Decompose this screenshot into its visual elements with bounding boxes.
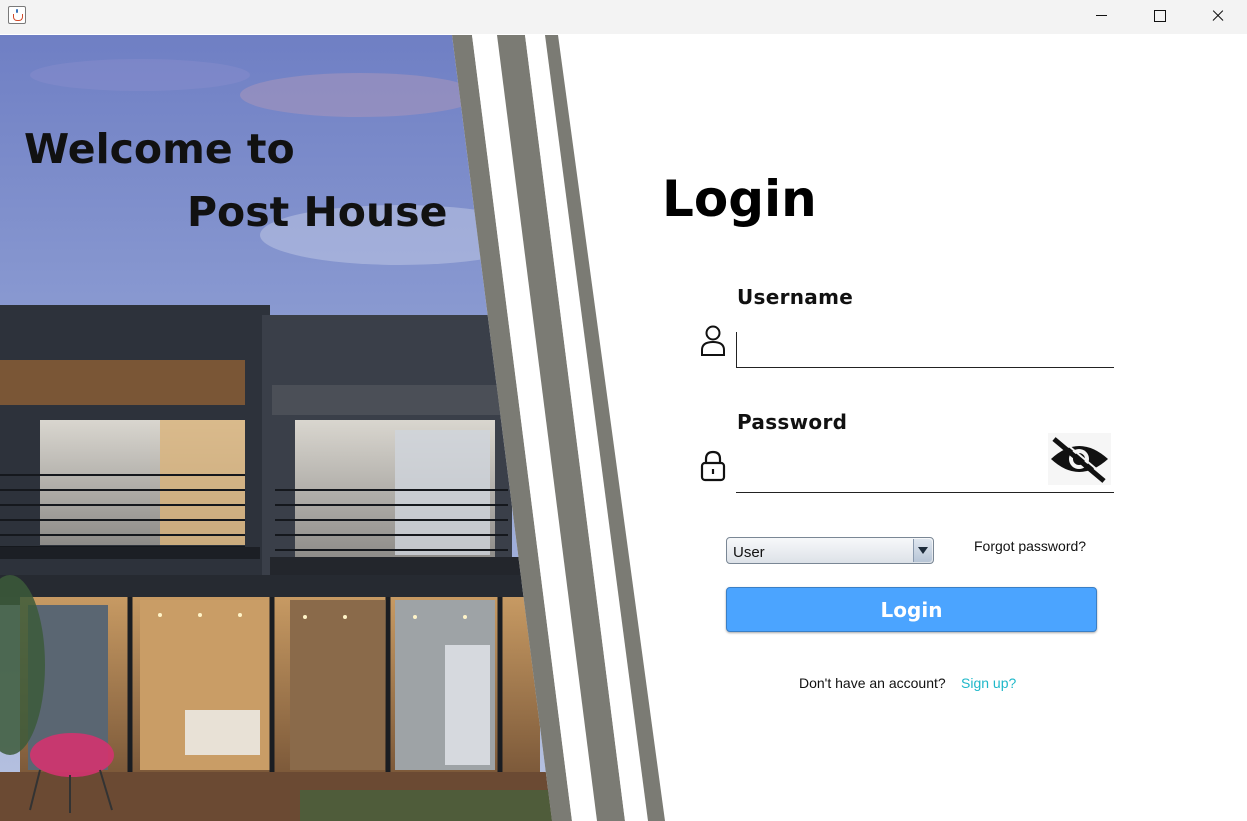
hero-panel: Welcome to Post House (0, 35, 670, 821)
java-cup-icon (8, 6, 26, 24)
chevron-down-icon[interactable] (913, 539, 932, 562)
lock-icon (700, 450, 726, 482)
forgot-password-link[interactable]: Forgot password? (974, 538, 1086, 554)
username-label: Username (737, 285, 854, 309)
eye-slash-icon[interactable] (1048, 433, 1111, 485)
welcome-heading-line2: Post House (187, 188, 448, 236)
welcome-heading-line1: Welcome to (24, 125, 295, 173)
close-icon[interactable] (1188, 0, 1246, 32)
window-titlebar (0, 0, 1247, 34)
minimize-icon[interactable] (1072, 0, 1130, 32)
password-label: Password (737, 410, 848, 434)
role-select-value: User (733, 544, 765, 561)
maximize-icon[interactable] (1130, 0, 1188, 32)
login-button[interactable]: Login (726, 587, 1097, 632)
login-title: Login (662, 170, 817, 228)
role-select[interactable]: User (726, 537, 934, 564)
user-icon (701, 325, 725, 356)
signup-link[interactable]: Sign up? (961, 675, 1016, 691)
no-account-text: Don't have an account? (799, 675, 946, 691)
username-input[interactable] (736, 332, 1114, 368)
